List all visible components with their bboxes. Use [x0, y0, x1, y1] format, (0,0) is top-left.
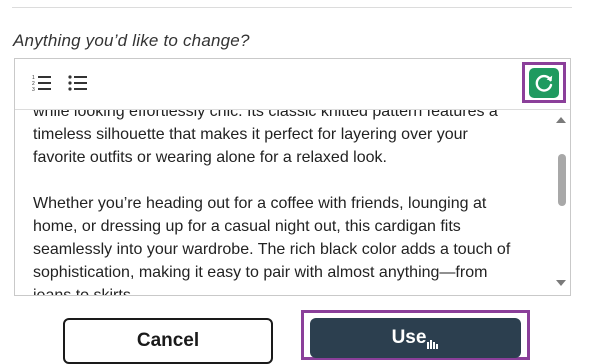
change-request-label: Anything you’d like to change? — [13, 31, 250, 50]
regenerate-highlight — [522, 62, 566, 103]
cancel-button[interactable]: Cancel — [63, 318, 273, 364]
hand-cursor-icon — [427, 333, 439, 355]
use-button-label: Use — [391, 327, 427, 348]
scrollbar-thumb[interactable] — [558, 154, 566, 206]
scroll-up-arrow-icon[interactable] — [556, 117, 566, 123]
svg-text:3: 3 — [32, 87, 35, 92]
editor-toolbar: 1 2 3 — [15, 59, 570, 110]
refresh-icon — [535, 74, 553, 92]
bullet-list-icon[interactable] — [67, 73, 89, 93]
regenerate-button[interactable] — [529, 67, 559, 98]
cancel-button-label: Cancel — [136, 330, 200, 351]
description-paragraph: while looking effortlessly chic. Its cla… — [33, 110, 498, 166]
editor-text-area[interactable]: while looking effortlessly chic. Its cla… — [15, 110, 553, 295]
rich-text-editor[interactable]: 1 2 3 while looking effortlessly chic. I… — [14, 58, 571, 296]
scroll-down-arrow-icon[interactable] — [556, 280, 566, 286]
ordered-list-icon[interactable]: 1 2 3 — [31, 73, 53, 93]
top-divider — [12, 7, 572, 8]
use-button[interactable]: Use — [310, 318, 521, 358]
vertical-scrollbar[interactable] — [552, 110, 570, 295]
generated-description: while looking effortlessly chic. Its cla… — [33, 110, 543, 295]
description-paragraph: Whether you’re heading out for a coffee … — [33, 195, 511, 295]
